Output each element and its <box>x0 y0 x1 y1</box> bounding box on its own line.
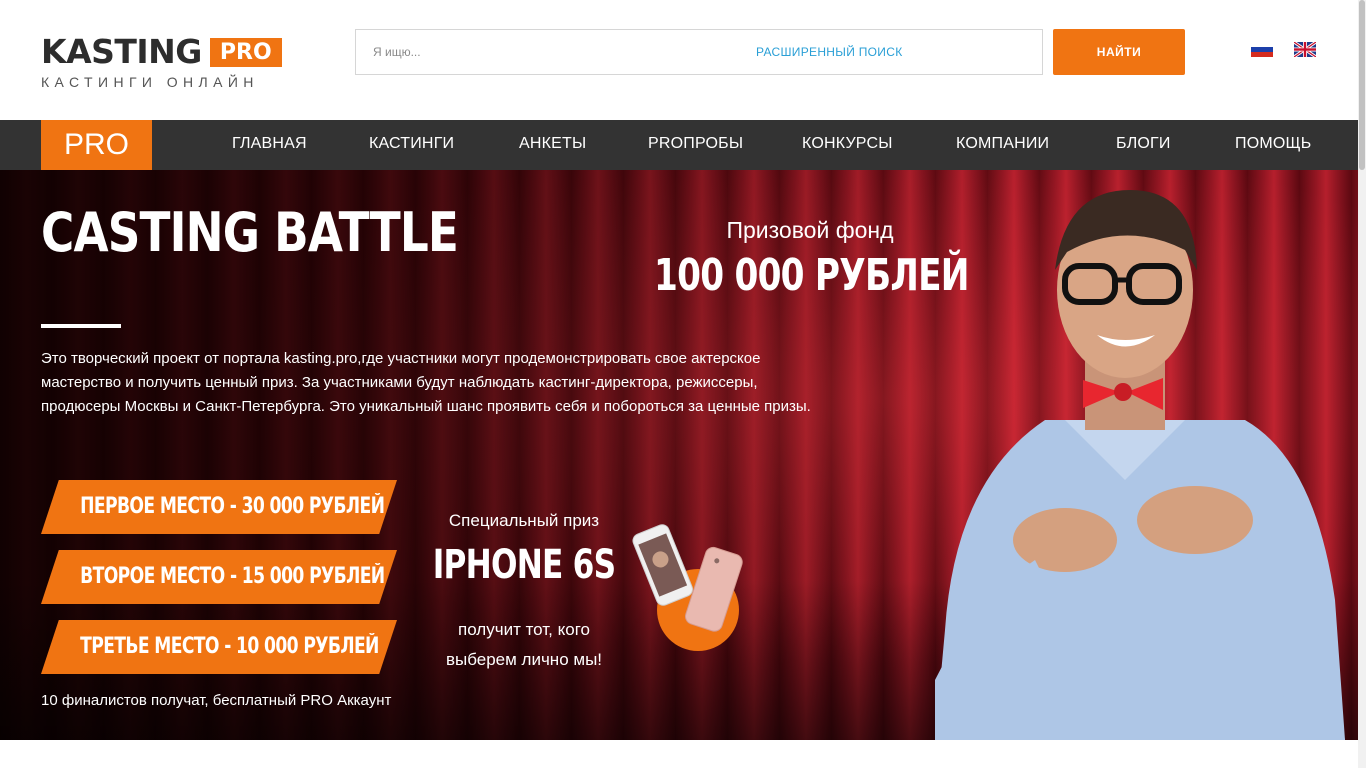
hero-description: Это творческий проект от портала kasting… <box>41 350 811 415</box>
third-place-text: ТРЕТЬЕ МЕСТО - 10 000 РУБЛЕЙ <box>80 634 379 659</box>
first-place-text: ПЕРВОЕ МЕСТО - 30 000 РУБЛЕЙ <box>80 494 385 519</box>
page-scrollbar[interactable] <box>1358 0 1366 768</box>
nav-item-castings[interactable]: КАСТИНГИ <box>369 120 454 170</box>
nav-item-home[interactable]: ГЛАВНАЯ <box>232 120 307 170</box>
scrollbar-thumb[interactable] <box>1359 0 1365 170</box>
nav-item-help[interactable]: ПОМОЩЬ <box>1235 120 1311 170</box>
main-nav: PRO ГЛАВНАЯ КАСТИНГИ АНКЕТЫ PROПРОБЫ КОН… <box>0 120 1366 170</box>
first-place-banner: ПЕРВОЕ МЕСТО - 30 000 РУБЛЕЙ <box>41 480 397 534</box>
nav-item-blogs[interactable]: БЛОГИ <box>1116 120 1171 170</box>
special-note-line-2: выберем лично мы! <box>445 650 603 669</box>
special-prize-name: IPHONE 6S <box>432 542 616 588</box>
nav-item-companies[interactable]: КОМПАНИИ <box>956 120 1049 170</box>
logo-tagline: КАСТИНГИ ОНЛАЙН <box>41 74 259 90</box>
search-box: РАСШИРЕННЫЙ ПОИСК <box>355 29 1043 75</box>
advanced-search-link[interactable]: РАСШИРЕННЫЙ ПОИСК <box>756 45 903 59</box>
nav-pro-button[interactable]: PRO <box>41 120 152 170</box>
finalists-note: 10 финалистов получат, бесплатный PRO Ак… <box>41 692 392 709</box>
second-place-text: ВТОРОЕ МЕСТО - 15 000 РУБЛЕЙ <box>80 564 385 589</box>
nav-item-pro-auditions[interactable]: PROПРОБЫ <box>648 120 743 170</box>
second-place-banner: ВТОРОЕ МЕСТО - 15 000 РУБЛЕЙ <box>41 550 397 604</box>
site-logo[interactable]: KASTING PRO КАСТИНГИ ОНЛАЙН <box>41 32 282 90</box>
site-header: KASTINGPRO КАСТИНГИ ОНЛАЙН РАСШИРЕННЫЙ П… <box>0 0 1366 120</box>
flag-gb-icon[interactable] <box>1294 42 1316 57</box>
find-button[interactable]: НАЙТИ <box>1053 29 1185 75</box>
host-photo <box>935 190 1345 740</box>
iphone-image <box>632 524 743 651</box>
logo-pro-badge: PRO <box>209 38 282 67</box>
special-note-line-1: получит тот, кого <box>458 620 590 639</box>
third-place-banner: ТРЕТЬЕ МЕСТО - 10 000 РУБЛЕЙ <box>41 620 397 674</box>
search-input[interactable] <box>356 30 736 74</box>
special-prize-note: получит тот, кого выберем лично мы! <box>404 615 644 675</box>
hero-title: CASTING BATTLE <box>41 201 459 264</box>
hero-banner: CASTING BATTLE Это творческий проект от … <box>0 170 1358 740</box>
special-prize-label: Специальный приз <box>448 511 600 530</box>
logo-wordmark: KASTING <box>41 32 202 71</box>
hero-divider <box>41 324 121 328</box>
nav-item-profiles[interactable]: АНКЕТЫ <box>519 120 586 170</box>
flag-ru-icon[interactable] <box>1251 42 1273 57</box>
nav-item-contests[interactable]: КОНКУРСЫ <box>802 120 893 170</box>
